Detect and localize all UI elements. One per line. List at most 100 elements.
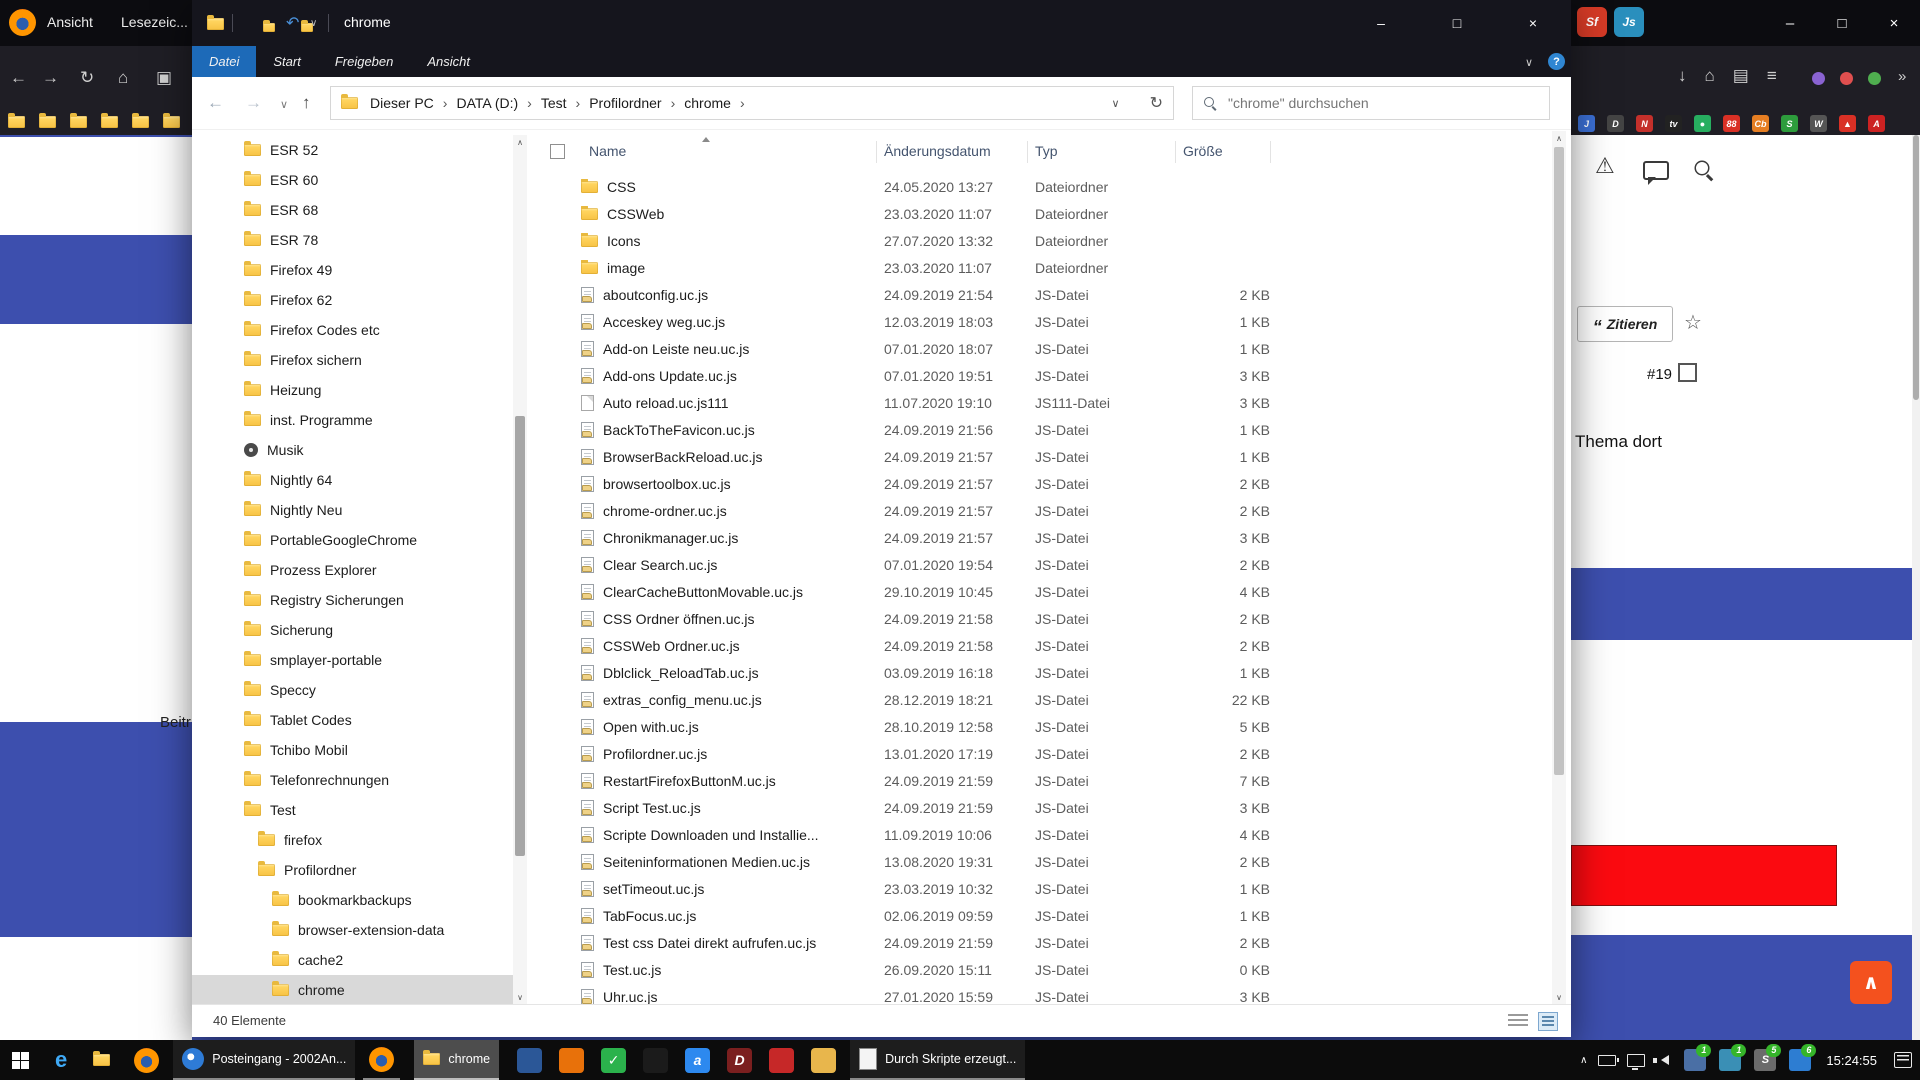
battery-icon[interactable] <box>1598 1055 1616 1066</box>
RestartFirefoxButtonM.uc.js[interactable]: RestartFirefoxButtonM.uc.js 24.09.2019 2… <box>540 767 1552 794</box>
TabFocus.uc.js[interactable]: TabFocus.uc.js 02.06.2019 09:59 JS-Datei… <box>540 902 1552 929</box>
tray-chevron-icon[interactable]: ∧ <box>1580 1055 1587 1066</box>
bookmark-favicon[interactable]: ▲ <box>1839 115 1856 132</box>
column-header-type[interactable]: Typ <box>1035 143 1058 159</box>
comment-icon[interactable] <box>1643 161 1669 180</box>
tree-item[interactable]: ESR 78 <box>192 225 513 255</box>
tree-item[interactable]: smplayer-portable <box>192 645 513 675</box>
tree-item[interactable]: firefox <box>192 825 513 855</box>
tree-item[interactable]: Telefonrechnungen <box>192 765 513 795</box>
ribbon-tab[interactable]: Start <box>256 46 317 77</box>
browsertoolbox.uc.js[interactable]: browsertoolbox.uc.js 24.09.2019 21:57 JS… <box>540 470 1552 497</box>
Uhr.uc.js[interactable]: Uhr.uc.js 27.01.2020 15:59 JS-Datei 3 KB <box>540 983 1552 1004</box>
breadcrumb-item[interactable]: Profilordner <box>585 95 665 111</box>
bookmark-favicon[interactable]: W <box>1810 115 1827 132</box>
close-button[interactable]: × <box>1495 0 1571 46</box>
taskbar-explorer-icon[interactable] <box>93 1054 110 1066</box>
Scripte Downloaden und Installie...[interactable]: Scripte Downloaden und Installie... 11.0… <box>540 821 1552 848</box>
overflow-chevron-icon[interactable]: » <box>1898 68 1906 85</box>
BrowserBackReload.uc.js[interactable]: BrowserBackReload.uc.js 24.09.2019 21:57… <box>540 443 1552 470</box>
tree-item[interactable]: Sicherung <box>192 615 513 645</box>
CSSWeb Ordner.uc.js[interactable]: CSSWeb Ordner.uc.js 24.09.2019 21:58 JS-… <box>540 632 1552 659</box>
breadcrumb-item[interactable]: DATA (D:) <box>452 95 522 111</box>
bookmark-favicon[interactable]: tv <box>1665 115 1682 132</box>
qat-chevron-icon[interactable]: ∨ <box>310 18 317 29</box>
undo-icon[interactable]: ↶ <box>286 13 299 33</box>
tree-item[interactable]: Nightly 64 <box>192 465 513 495</box>
scroll-to-top-button[interactable]: ∧ <box>1850 961 1892 1004</box>
tree-item[interactable]: cache2 <box>192 945 513 975</box>
tree-scrollbar-thumb[interactable] <box>515 416 525 856</box>
bookmark-favicon[interactable]: J <box>1578 115 1595 132</box>
help-icon[interactable]: ? <box>1548 53 1565 70</box>
tray-app-icon[interactable]: 1 <box>1684 1049 1706 1071</box>
zitieren-button[interactable]: “ Zitieren <box>1577 306 1673 342</box>
app-icon-dark[interactable] <box>643 1048 668 1073</box>
tree-item[interactable]: ESR 52 <box>192 135 513 165</box>
addon-icon-1[interactable]: Sf <box>1577 7 1607 37</box>
breadcrumb-separator-icon[interactable]: › <box>571 95 586 111</box>
tray-app-icon[interactable]: 6 <box>1789 1049 1811 1071</box>
scroll-up-icon[interactable]: ∧ <box>513 135 527 149</box>
extras_config_menu.uc.js[interactable]: extras_config_menu.uc.js 28.12.2019 18:2… <box>540 686 1552 713</box>
app-icon-red[interactable] <box>769 1048 794 1073</box>
bookmark-folder-icon[interactable] <box>101 116 118 128</box>
bookmark-folder-icon[interactable] <box>70 116 87 128</box>
scroll-up-icon[interactable]: ∧ <box>1552 131 1566 145</box>
breadcrumb[interactable]: Dieser PC › DATA (D:) › Test › <box>330 86 1174 120</box>
addon-dot-icon[interactable] <box>1868 72 1881 85</box>
addon-dot-icon[interactable] <box>1812 72 1825 85</box>
breadcrumb-separator-icon[interactable]: › <box>735 95 750 111</box>
setTimeout.uc.js[interactable]: setTimeout.uc.js 23.03.2019 10:32 JS-Dat… <box>540 875 1552 902</box>
tree-item[interactable]: Registry Sicherungen <box>192 585 513 615</box>
up-button[interactable]: ↑ <box>302 93 311 113</box>
taskbar-firefox-window[interactable] <box>363 1040 400 1080</box>
ribbon-tab[interactable]: Ansicht <box>410 46 487 77</box>
warning-icon[interactable]: ⚠ <box>1595 153 1615 179</box>
star-icon[interactable]: ☆ <box>1684 310 1702 335</box>
volume-icon[interactable] <box>1656 1055 1669 1065</box>
app-icon-player[interactable] <box>517 1048 542 1073</box>
tree-item[interactable]: Nightly Neu <box>192 495 513 525</box>
refresh-icon[interactable]: ↻ <box>1150 93 1163 113</box>
Acceskey weg.uc.js[interactable]: Acceskey weg.uc.js 12.03.2019 18:03 JS-D… <box>540 308 1552 335</box>
toolbar-icon[interactable]: ≡ <box>1767 66 1777 86</box>
tree-scrollbar[interactable]: ∧ ∨ <box>513 135 527 1004</box>
firefox-maximize-button[interactable]: □ <box>1822 8 1862 38</box>
bookmark-folder-icon[interactable] <box>39 116 56 128</box>
bookmark-favicon[interactable]: ● <box>1694 115 1711 132</box>
forward-button[interactable]: → <box>245 93 262 113</box>
Add-ons Update.uc.js[interactable]: Add-ons Update.uc.js 07.01.2020 19:51 JS… <box>540 362 1552 389</box>
search-page-icon[interactable] <box>1693 159 1714 180</box>
reload-icon[interactable]: ↻ <box>80 68 94 88</box>
ClearCacheButtonMovable.uc.js[interactable]: ClearCacheButtonMovable.uc.js 29.10.2019… <box>540 578 1552 605</box>
Test css Datei direkt aufrufen.uc.js[interactable]: Test css Datei direkt aufrufen.uc.js 24.… <box>540 929 1552 956</box>
addon-dot-icon[interactable] <box>1840 72 1853 85</box>
back-icon[interactable]: ← <box>10 68 27 88</box>
toolbar-icon[interactable]: ⌂ <box>1705 66 1715 86</box>
list-scrollbar-thumb[interactable] <box>1554 147 1564 775</box>
history-dropdown-icon[interactable]: ∨ <box>280 98 288 111</box>
tree-item[interactable]: Tablet Codes <box>192 705 513 735</box>
back-button[interactable]: ← <box>207 93 224 113</box>
tray-app-icon[interactable]: 1 <box>1719 1049 1741 1071</box>
extension-icon[interactable]: ▣ <box>156 68 172 88</box>
tree-item[interactable]: bookmarkbackups <box>192 885 513 915</box>
tree-item[interactable]: Firefox sichern <box>192 345 513 375</box>
menu-ansicht[interactable]: Ansicht <box>47 14 93 30</box>
tree-item[interactable]: Profilordner <box>192 855 513 885</box>
Dblclick_ReloadTab.uc.js[interactable]: Dblclick_ReloadTab.uc.js 03.09.2019 16:1… <box>540 659 1552 686</box>
bookmark-folder-icon[interactable] <box>8 116 25 128</box>
taskbar-firefox-icon[interactable] <box>134 1048 159 1073</box>
network-icon[interactable] <box>1627 1054 1645 1067</box>
ribbon-collapse-icon[interactable]: ∨ <box>1525 56 1533 69</box>
Icons[interactable]: Icons 27.07.2020 13:32 Dateiordner <box>540 227 1552 254</box>
action-center-icon[interactable] <box>1894 1052 1912 1068</box>
tree-item[interactable]: Speccy <box>192 675 513 705</box>
edge-icon[interactable]: e <box>55 1047 67 1073</box>
Add-on Leiste neu.uc.js[interactable]: Add-on Leiste neu.uc.js 07.01.2020 18:07… <box>540 335 1552 362</box>
menu-lesezeichen[interactable]: Lesezeic... <box>121 14 188 30</box>
taskbar-button-chrome[interactable]: chrome <box>414 1040 499 1080</box>
aboutconfig.uc.js[interactable]: aboutconfig.uc.js 24.09.2019 21:54 JS-Da… <box>540 281 1552 308</box>
scroll-down-icon[interactable]: ∨ <box>513 990 527 1004</box>
